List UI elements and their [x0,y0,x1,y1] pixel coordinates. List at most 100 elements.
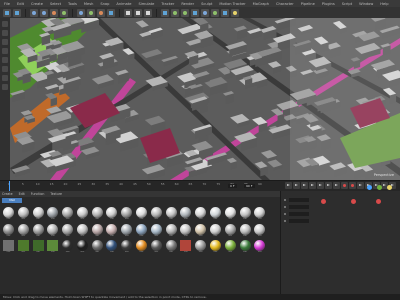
bend-deformer-icon[interactable] [201,8,209,17]
coord-field[interactable] [289,211,309,216]
material-swatch[interactable]: Mat [253,223,266,239]
material-swatch[interactable]: Mat [105,207,118,222]
menu-item[interactable]: Select [50,2,61,6]
menu-item[interactable]: Snap [100,2,109,6]
material-swatch[interactable]: Mat [46,240,59,255]
material-swatch[interactable]: Mat [105,223,118,239]
material-swatch[interactable]: Mat [105,240,118,255]
record-key-icon[interactable] [341,182,348,189]
material-swatch[interactable]: Mat [209,223,222,239]
menu-item[interactable]: Motion Tracker [219,2,245,6]
menu-item[interactable]: Simulate [138,2,154,6]
render-view-icon[interactable] [124,8,132,17]
material-swatch[interactable]: Mat [32,240,45,255]
material-swatch[interactable]: Mat [179,223,192,239]
material-swatch[interactable]: Mat [209,207,222,222]
material-swatch[interactable]: Mat [17,240,30,255]
next-frame-icon[interactable] [317,182,324,189]
next-key-icon[interactable] [325,182,332,189]
material-swatch[interactable]: Mat [253,207,266,222]
material-swatch[interactable]: Mat [224,223,237,239]
menu-item[interactable]: Sculpt [201,2,212,6]
material-swatch[interactable]: Mat [194,207,207,222]
material-swatch[interactable]: Mat [76,223,89,239]
timeline-ruler[interactable]: 051015202530354045505560657075808590 [8,182,262,187]
material-swatch[interactable]: Mat [61,207,74,222]
render-picture-viewer-icon[interactable] [134,8,142,17]
workplane-icon[interactable] [2,84,8,90]
material-swatch[interactable]: Mat [2,223,15,239]
record-rotation-icon[interactable] [376,199,381,204]
material-tab[interactable]: Mat [2,198,22,203]
material-swatch[interactable]: Mat [46,223,59,239]
go-to-start-icon[interactable] [285,182,292,189]
material-swatch[interactable]: Mat [32,207,45,222]
material-swatch[interactable]: Mat [91,223,104,239]
move-icon[interactable] [40,8,48,17]
axis-y-icon[interactable] [87,8,95,17]
material-swatch[interactable]: Mat [2,207,15,222]
polygons-mode-icon[interactable] [2,66,8,72]
layout-icon[interactable] [377,185,382,190]
material-swatch[interactable]: Mat [209,240,222,255]
auto-key-icon[interactable] [349,182,356,189]
material-swatch[interactable]: Mat [165,240,178,255]
material-swatch[interactable]: Mat [165,223,178,239]
go-to-end-icon[interactable] [333,182,340,189]
material-swatch[interactable]: Mat [194,223,207,239]
menu-item[interactable]: Create [31,2,43,6]
material-swatch[interactable]: Mat [135,223,148,239]
material-swatch[interactable]: Mat [135,207,148,222]
material-swatch[interactable]: Mat [194,240,207,255]
menu-item[interactable]: MoGraph [253,2,269,6]
keyframe-selection-icon[interactable] [357,182,364,189]
material-menu-item[interactable]: Edit [19,192,25,196]
material-swatch[interactable]: Mat [239,223,252,239]
array-icon[interactable] [191,8,199,17]
material-swatch[interactable]: Mat [61,240,74,255]
material-swatch[interactable]: Mat [91,207,104,222]
snap-icon[interactable] [2,75,8,81]
menu-item[interactable]: Character [276,2,294,6]
spline-pen-icon[interactable] [171,8,179,17]
material-swatch[interactable]: Mat [179,240,192,255]
make-editable-icon[interactable] [2,21,8,27]
material-swatch[interactable]: Mat [224,240,237,255]
scale-icon[interactable] [50,8,58,17]
points-mode-icon[interactable] [2,48,8,54]
layout-icon[interactable] [367,185,372,190]
menu-item[interactable]: Tracker [161,2,174,6]
menu-item[interactable]: Help [380,2,388,6]
material-menu-item[interactable]: Texture [50,192,62,196]
material-swatch[interactable]: Mat [135,240,148,255]
material-swatch[interactable]: Mat [165,207,178,222]
material-swatch[interactable]: Mat [76,240,89,255]
material-swatch[interactable]: Mat [239,207,252,222]
axis-x-icon[interactable] [77,8,85,17]
record-scale-icon[interactable] [351,199,356,204]
model-mode-icon[interactable] [2,30,8,36]
play-icon[interactable] [309,182,316,189]
menu-item[interactable]: Tools [68,2,77,6]
material-swatch[interactable]: Mat [120,223,133,239]
menu-item[interactable]: Animate [116,2,131,6]
material-swatch[interactable]: Mat [179,207,192,222]
coord-field[interactable] [289,204,309,209]
menu-item[interactable]: File [4,2,10,6]
material-swatch[interactable]: Mat [120,207,133,222]
3d-viewport[interactable]: Perspective [10,18,400,180]
material-swatch[interactable]: Mat [120,240,133,255]
camera-icon[interactable] [221,8,229,17]
coord-field[interactable] [289,197,309,202]
menu-item[interactable]: Pipeline [301,2,315,6]
material-swatch[interactable]: Mat [17,207,30,222]
subdivision-surface-icon[interactable] [181,8,189,17]
menu-item[interactable]: Edit [17,2,24,6]
material-swatch[interactable]: Mat [76,207,89,222]
material-menu-item[interactable]: Create [2,192,13,196]
material-swatch[interactable]: Mat [32,223,45,239]
redo-icon[interactable] [13,8,21,17]
menu-item[interactable]: Mesh [84,2,93,6]
previous-frame-icon[interactable] [301,182,308,189]
material-swatch[interactable]: Mat [61,223,74,239]
